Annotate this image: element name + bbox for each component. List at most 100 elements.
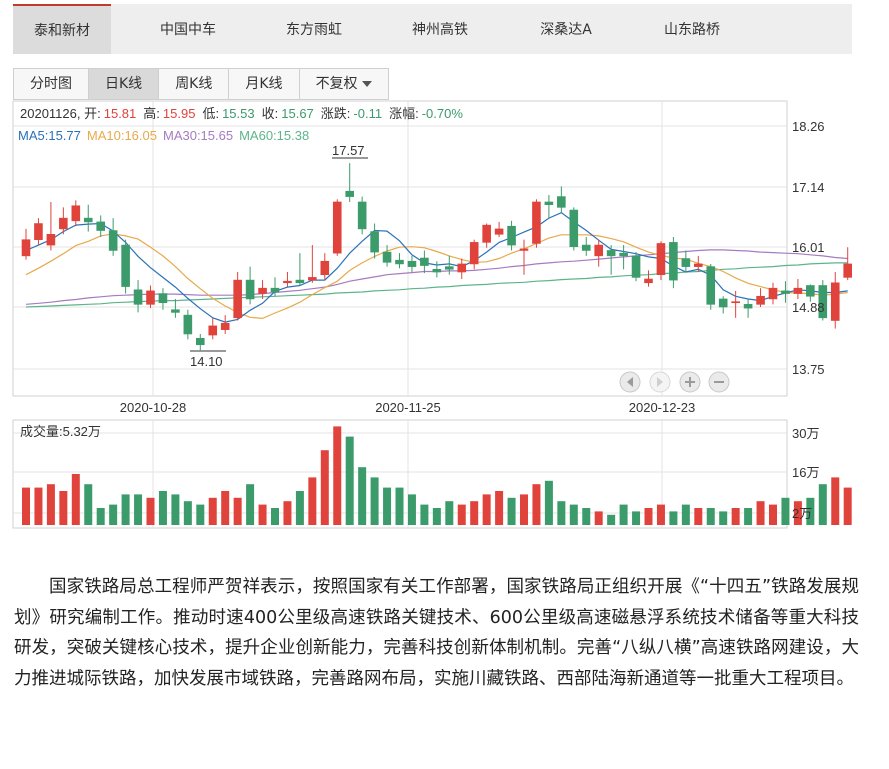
volume-bar (333, 426, 342, 525)
volume-bar (283, 501, 292, 525)
candle-body (482, 224, 491, 243)
volume-bar (507, 497, 516, 525)
x-tick-label: 2020-10-28 (120, 400, 187, 415)
candle-body (432, 269, 442, 273)
volume-bar (271, 508, 279, 525)
stock-tab-shenzhou-hsr[interactable]: 神州高铁 (391, 4, 489, 54)
candle-body (693, 263, 703, 267)
ma30-label: MA30:15.65 (163, 128, 233, 143)
volume-bar (781, 497, 790, 525)
volume-bar (208, 497, 217, 525)
candle-body (108, 230, 118, 251)
stock-tab-oriental-yuhong[interactable]: 东方雨虹 (265, 4, 363, 54)
info-low-label: 低: (202, 106, 219, 121)
candle-body (407, 260, 417, 267)
candle-body (308, 277, 317, 281)
stock-tabs: 泰和新材 中国中车 东方雨虹 神州高铁 深桑达A 山东路桥 (13, 4, 852, 54)
y-tick-label: 13.75 (792, 362, 825, 377)
volume-bar (669, 511, 678, 525)
candle-body (370, 231, 379, 253)
volume-bars (22, 426, 852, 525)
candle-body (494, 228, 504, 235)
volume-bar (221, 491, 230, 525)
scroll-right-button[interactable] (649, 371, 671, 393)
candle-body (183, 314, 193, 335)
volume-tick-label: 16万 (792, 465, 819, 480)
candle-body (59, 217, 68, 230)
candle-body (196, 337, 205, 346)
volume-bar (183, 501, 192, 525)
volume-bar (46, 484, 55, 525)
volume-bar (706, 508, 715, 525)
volume-bar (171, 494, 180, 525)
candle-body (395, 259, 404, 265)
scroll-left-button[interactable] (619, 371, 641, 393)
candle-body (781, 290, 790, 294)
info-pct-label: 涨幅: (389, 106, 419, 121)
tab-weekly-k[interactable]: 周K线 (159, 69, 230, 99)
tab-monthly-k[interactable]: 月K线 (229, 69, 300, 99)
volume-bar (370, 477, 379, 525)
tab-intraday[interactable]: 分时图 (14, 69, 89, 99)
volume-bar (644, 508, 653, 525)
candle-body (245, 279, 255, 300)
volume-bar (557, 501, 566, 525)
candle-body (121, 244, 130, 287)
info-high-label: 高: (143, 106, 160, 121)
info-date: 20201126 (20, 106, 77, 121)
volume-bar (756, 501, 765, 525)
volume-bar (495, 491, 504, 525)
volume-bar (632, 511, 641, 525)
candle-body (544, 201, 554, 205)
candle-body (158, 293, 168, 304)
stock-tab-shensangda[interactable]: 深桑达A (517, 4, 615, 54)
candle-body (444, 266, 454, 270)
volume-bar (607, 514, 616, 525)
candle-body (606, 250, 616, 257)
zoom-out-button[interactable] (708, 371, 730, 393)
candle-body (320, 260, 330, 276)
candle-body (806, 285, 815, 297)
candle-body (133, 289, 143, 305)
ma10-label: MA10:16.05 (87, 128, 157, 143)
info-open: 15.81 (104, 106, 137, 121)
candle-body (220, 322, 230, 330)
candle-body (357, 201, 367, 230)
candle-body (743, 304, 753, 309)
stock-tab-taihe[interactable]: 泰和新材 (13, 4, 111, 54)
candle-body (171, 309, 180, 313)
volume-bar (345, 436, 354, 525)
candle-body (718, 298, 728, 308)
volume-bar (158, 491, 167, 525)
volume-bar (320, 450, 329, 525)
candle-body (208, 325, 218, 336)
candle-body (21, 239, 31, 257)
candle-body (532, 201, 541, 244)
y-tick-label: 18.26 (792, 119, 825, 134)
candle-body (631, 255, 641, 278)
volume-bar (482, 494, 491, 525)
y-tick-label: 14.88 (792, 300, 825, 315)
volume-bar (34, 487, 43, 525)
tab-daily-k[interactable]: 日K线 (89, 69, 160, 99)
volume-bar (544, 480, 553, 525)
candle-body (581, 244, 591, 251)
candle-body (469, 242, 479, 265)
stock-tab-shandong-luqiao[interactable]: 山东路桥 (643, 4, 741, 54)
candle-body (519, 248, 529, 251)
candle-body (843, 263, 853, 278)
candle-body (270, 287, 280, 293)
stock-tab-crrc[interactable]: 中国中车 (139, 4, 237, 54)
volume-bar (532, 484, 541, 525)
adjust-dropdown[interactable]: 不复权 (300, 69, 388, 99)
volume-bar (445, 501, 454, 525)
candle-body (258, 287, 267, 294)
candle-body (345, 190, 355, 197)
info-high: 15.95 (163, 106, 196, 121)
volume-bar (84, 484, 93, 525)
candle-body (756, 295, 765, 305)
zoom-in-button[interactable] (679, 371, 701, 393)
candle-body (731, 301, 740, 304)
period-tabs: 分时图 日K线 周K线 月K线 不复权 (13, 68, 389, 100)
candle-body (96, 221, 105, 231)
